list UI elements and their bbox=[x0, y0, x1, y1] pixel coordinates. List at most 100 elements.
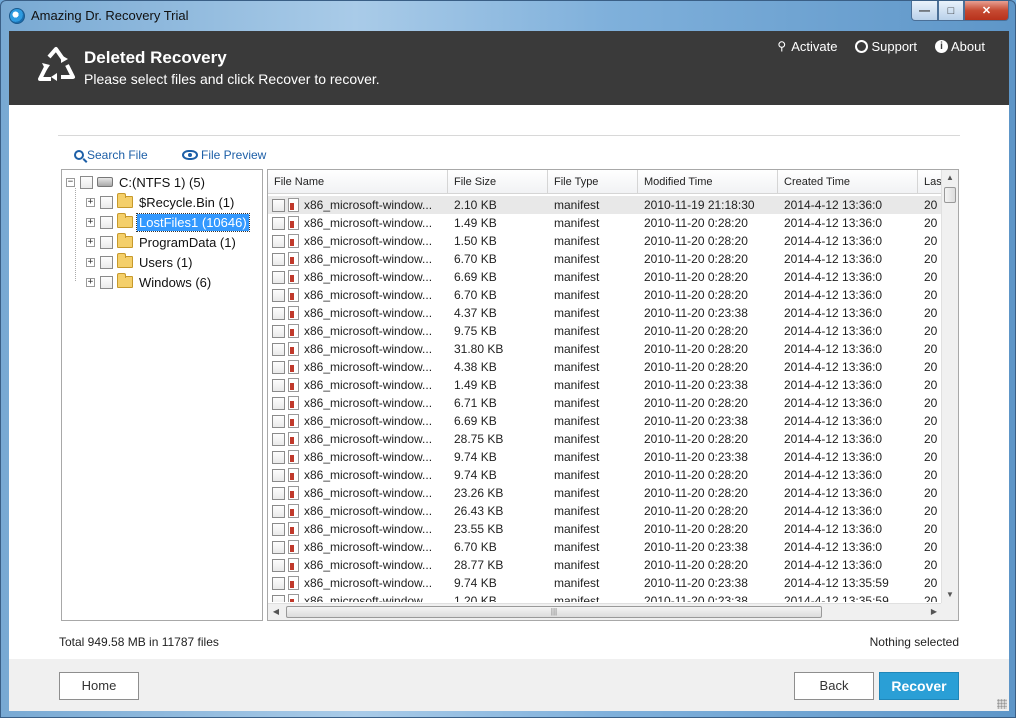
expand-icon[interactable]: + bbox=[86, 277, 95, 287]
row-checkbox[interactable] bbox=[272, 235, 285, 248]
window-controls: — □ ✕ bbox=[911, 1, 1009, 21]
search-icon bbox=[74, 150, 84, 160]
row-checkbox[interactable] bbox=[272, 271, 285, 284]
scroll-down-icon[interactable]: ▼ bbox=[942, 587, 958, 603]
search-file-button[interactable]: Search File bbox=[74, 148, 148, 162]
back-button[interactable]: Back bbox=[794, 672, 874, 700]
row-checkbox[interactable] bbox=[272, 451, 285, 464]
row-checkbox[interactable] bbox=[272, 217, 285, 230]
table-row[interactable]: x86_microsoft-window... 1.49 KB manifest 20… bbox=[268, 214, 942, 232]
row-checkbox[interactable] bbox=[272, 505, 285, 518]
table-row[interactable]: x86_microsoft-window... 6.69 KB manifest 20… bbox=[268, 268, 942, 286]
table-row[interactable]: x86_microsoft-window... 6.69 KB manifest 20… bbox=[268, 412, 942, 430]
row-checkbox[interactable] bbox=[272, 289, 285, 302]
column-header-last[interactable]: Las bbox=[918, 170, 942, 194]
tree-checkbox[interactable] bbox=[80, 175, 93, 189]
row-checkbox[interactable] bbox=[272, 361, 285, 374]
cell-modified-time: 2010-11-20 0:28:20 bbox=[644, 270, 748, 284]
row-checkbox[interactable] bbox=[272, 541, 285, 554]
file-preview-button[interactable]: File Preview bbox=[182, 148, 266, 162]
cell-modified-time: 2010-11-20 0:23:38 bbox=[644, 450, 748, 464]
row-checkbox[interactable] bbox=[272, 307, 285, 320]
table-row[interactable]: x86_microsoft-window... 9.75 KB manifest 20… bbox=[268, 322, 942, 340]
table-row[interactable]: x86_microsoft-window... 23.55 KB manifest 2… bbox=[268, 520, 942, 538]
tree-checkbox[interactable] bbox=[100, 195, 113, 209]
row-checkbox[interactable] bbox=[272, 325, 285, 338]
row-checkbox[interactable] bbox=[272, 559, 285, 572]
row-checkbox[interactable] bbox=[272, 343, 285, 356]
about-label: About bbox=[951, 39, 985, 54]
tree-node-users[interactable]: + Users (1) bbox=[86, 253, 194, 271]
resize-grip[interactable] bbox=[997, 699, 1007, 709]
minimize-button[interactable]: — bbox=[911, 1, 938, 21]
scroll-left-icon[interactable]: ◀ bbox=[268, 604, 284, 620]
row-checkbox[interactable] bbox=[272, 415, 285, 428]
table-row[interactable]: x86_microsoft-window... 9.74 KB manifest 20… bbox=[268, 574, 942, 592]
title-bar[interactable]: Amazing Dr. Recovery Trial — □ ✕ bbox=[1, 1, 1015, 31]
table-row[interactable]: x86_microsoft-window... 6.70 KB manifest 20… bbox=[268, 250, 942, 268]
row-checkbox[interactable] bbox=[272, 433, 285, 446]
table-row[interactable]: x86_microsoft-window... 28.75 KB manifest 2… bbox=[268, 430, 942, 448]
tree-checkbox[interactable] bbox=[100, 235, 113, 249]
collapse-icon[interactable]: − bbox=[66, 177, 75, 187]
table-row[interactable]: x86_microsoft-window... 23.26 KB manifest 2… bbox=[268, 484, 942, 502]
table-row[interactable]: x86_microsoft-window... 9.74 KB manifest 20… bbox=[268, 448, 942, 466]
tree-node-lostfiles[interactable]: + LostFiles1 (10646) bbox=[86, 212, 250, 232]
table-row[interactable]: x86_microsoft-window... 1.49 KB manifest 20… bbox=[268, 376, 942, 394]
tree-node-root[interactable]: − C:(NTFS 1) (5) bbox=[66, 173, 207, 191]
table-row[interactable]: x86_microsoft-window... 6.70 KB manifest 20… bbox=[268, 286, 942, 304]
row-checkbox[interactable] bbox=[272, 397, 285, 410]
scroll-up-icon[interactable]: ▲ bbox=[942, 170, 958, 186]
expand-icon[interactable]: + bbox=[86, 217, 95, 227]
expand-icon[interactable]: + bbox=[86, 257, 95, 267]
tree-node-programdata[interactable]: + ProgramData (1) bbox=[86, 233, 238, 251]
folder-tree[interactable]: − C:(NTFS 1) (5) + $Recycle.Bin (1) + Lo… bbox=[61, 169, 263, 621]
table-row[interactable]: x86_microsoft-window... 1.50 KB manifest 20… bbox=[268, 232, 942, 250]
horizontal-scrollbar[interactable]: ◀ ||| ▶ bbox=[268, 603, 942, 620]
vertical-scroll-thumb[interactable] bbox=[944, 187, 956, 203]
vertical-scrollbar[interactable]: ▲ ▼ bbox=[941, 170, 958, 604]
column-header-modified-time[interactable]: Modified Time bbox=[638, 170, 778, 194]
maximize-button[interactable]: □ bbox=[938, 1, 964, 21]
table-row[interactable]: x86_microsoft-window... 31.80 KB manifest 2… bbox=[268, 340, 942, 358]
row-checkbox[interactable] bbox=[272, 487, 285, 500]
table-row[interactable]: x86_microsoft-window... 4.38 KB manifest 20… bbox=[268, 358, 942, 376]
table-row[interactable]: x86_microsoft-window... 2.10 KB manifest 20… bbox=[268, 196, 942, 214]
activate-link[interactable]: ⚲ Activate bbox=[775, 39, 837, 54]
column-header-file-size[interactable]: File Size bbox=[448, 170, 548, 194]
support-link[interactable]: Support bbox=[855, 39, 917, 54]
expand-icon[interactable]: + bbox=[86, 237, 95, 247]
row-checkbox[interactable] bbox=[272, 577, 285, 590]
row-checkbox[interactable] bbox=[272, 595, 285, 602]
recover-button[interactable]: Recover bbox=[879, 672, 959, 700]
table-row[interactable]: x86_microsoft-window... 6.71 KB manifest 20… bbox=[268, 394, 942, 412]
horizontal-scroll-thumb[interactable]: ||| bbox=[286, 606, 822, 618]
tree-node-windows[interactable]: + Windows (6) bbox=[86, 273, 213, 291]
row-checkbox[interactable] bbox=[272, 253, 285, 266]
tree-checkbox[interactable] bbox=[100, 275, 113, 289]
scroll-right-icon[interactable]: ▶ bbox=[926, 604, 942, 620]
about-link[interactable]: i About bbox=[935, 39, 985, 54]
close-button[interactable]: ✕ bbox=[964, 1, 1009, 21]
row-checkbox[interactable] bbox=[272, 469, 285, 482]
table-row[interactable]: x86_microsoft-window... 26.43 KB manifest 2… bbox=[268, 502, 942, 520]
tree-checkbox[interactable] bbox=[100, 255, 113, 269]
column-header-created-time[interactable]: Created Time bbox=[778, 170, 918, 194]
tree-node-recycle-bin[interactable]: + $Recycle.Bin (1) bbox=[86, 193, 236, 211]
table-row[interactable]: x86_microsoft-window... 28.77 KB manifest 2… bbox=[268, 556, 942, 574]
table-row[interactable]: x86_microsoft-window... 1.20 KB manifest 20… bbox=[268, 592, 942, 602]
table-row[interactable]: x86_microsoft-window... 4.37 KB manifest 20… bbox=[268, 304, 942, 322]
row-checkbox[interactable] bbox=[272, 379, 285, 392]
tree-checkbox[interactable] bbox=[100, 215, 113, 229]
key-icon: ⚲ bbox=[777, 39, 787, 53]
cell-created-time: 2014-4-12 13:36:0 bbox=[784, 396, 883, 410]
home-button[interactable]: Home bbox=[59, 672, 139, 700]
column-header-file-name[interactable]: File Name bbox=[268, 170, 448, 194]
row-checkbox[interactable] bbox=[272, 523, 285, 536]
row-checkbox[interactable] bbox=[272, 199, 285, 212]
table-row[interactable]: x86_microsoft-window... 6.70 KB manifest 20… bbox=[268, 538, 942, 556]
column-header-file-type[interactable]: File Type bbox=[548, 170, 638, 194]
cell-last: 20 bbox=[924, 270, 938, 284]
expand-icon[interactable]: + bbox=[86, 197, 95, 207]
table-row[interactable]: x86_microsoft-window... 9.74 KB manifest 20… bbox=[268, 466, 942, 484]
